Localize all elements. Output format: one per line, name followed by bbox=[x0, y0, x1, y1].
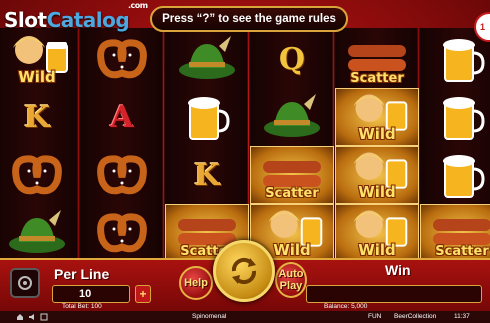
symbol-scatter: Scatter bbox=[250, 146, 334, 204]
scatter-label: Scatter bbox=[350, 71, 404, 86]
game-name: BeerCollection bbox=[394, 313, 437, 320]
symbol-green-hat bbox=[250, 88, 334, 146]
green-hat-icon bbox=[179, 36, 235, 79]
reel-5: Scatter Wild Wild Wild bbox=[334, 28, 419, 262]
symbol-wild: Wild bbox=[335, 88, 419, 146]
total-bet: Total Bet: 100 bbox=[62, 303, 102, 310]
reel-6: Scatter bbox=[419, 28, 490, 262]
symbol-scatter: Scatter bbox=[420, 204, 490, 262]
help-button[interactable]: Help bbox=[179, 266, 213, 300]
win-label: Win bbox=[385, 262, 411, 278]
per-line-label: Per Line bbox=[54, 266, 110, 282]
symbol-pretzel bbox=[80, 146, 164, 204]
symbol-letter-a: A bbox=[80, 88, 164, 146]
green-hat-icon bbox=[9, 210, 65, 253]
slotcatalog-logo: SlotCatalog .com bbox=[4, 1, 148, 32]
symbol-green-hat bbox=[165, 30, 249, 88]
pretzel-icon bbox=[12, 155, 62, 195]
reel-2: A bbox=[79, 28, 163, 260]
game-stage: Wild K A K Scatter Q Scatter Wild Scatte… bbox=[0, 0, 490, 323]
wild-label: Wild bbox=[358, 125, 396, 143]
symbol-green-hat bbox=[0, 204, 79, 262]
symbol-letter-k: K bbox=[165, 146, 249, 204]
rules-banner: Press “?” to see the game rules bbox=[150, 6, 348, 32]
spin-arrows-icon bbox=[231, 257, 257, 285]
symbol-pretzel bbox=[80, 204, 164, 262]
symbol-pretzel bbox=[0, 146, 79, 204]
provider-logo: Spinomenal bbox=[192, 313, 227, 320]
symbol-beer bbox=[420, 146, 490, 204]
pretzel-icon bbox=[97, 213, 147, 253]
symbol-letter-k: K bbox=[0, 88, 79, 146]
letter-k-symbol: K bbox=[193, 157, 221, 193]
letter-a-symbol: A bbox=[110, 99, 134, 135]
letter-k-symbol: K bbox=[23, 99, 51, 135]
symbol-pretzel bbox=[80, 30, 164, 88]
sound-icon[interactable] bbox=[28, 313, 36, 321]
auto-play-button[interactable]: Auto Play bbox=[275, 262, 307, 298]
beer-mug-icon bbox=[188, 97, 230, 140]
scatter-label: Scatter bbox=[265, 186, 319, 201]
beer-mug-icon bbox=[443, 39, 485, 82]
reel-1: Wild K bbox=[0, 28, 78, 260]
spin-button[interactable] bbox=[213, 240, 275, 302]
per-line-value: 10 bbox=[52, 285, 130, 303]
settings-icon bbox=[18, 276, 32, 290]
scatter-label: Scatter bbox=[435, 244, 489, 259]
reel-3: K Scatter bbox=[164, 28, 249, 262]
wild-label: Wild bbox=[358, 183, 396, 201]
symbol-letter-q: Q bbox=[250, 30, 334, 88]
fullscreen-icon[interactable] bbox=[40, 313, 48, 321]
symbol-scatter: Scatter bbox=[335, 30, 419, 88]
wild-label: Wild bbox=[358, 241, 396, 259]
game-mode: FUN bbox=[368, 313, 382, 320]
letter-q-symbol: Q bbox=[278, 41, 306, 77]
pretzel-icon bbox=[97, 39, 147, 79]
reel-area: Wild K A K Scatter Q Scatter Wild Scatte… bbox=[0, 28, 490, 262]
beer-mug-icon bbox=[443, 97, 485, 140]
symbol-beer bbox=[420, 88, 490, 146]
reel-4: Q Scatter Wild bbox=[249, 28, 334, 262]
clock: 11:37 bbox=[454, 313, 470, 320]
symbol-beer bbox=[165, 88, 249, 146]
beer-mug-icon bbox=[443, 155, 485, 198]
win-display bbox=[306, 285, 482, 303]
symbol-wild: Wild bbox=[335, 204, 419, 262]
balance: Balance: 5,000 bbox=[324, 303, 368, 310]
settings-button[interactable] bbox=[10, 268, 40, 298]
symbol-wild: Wild bbox=[335, 146, 419, 204]
footer-bar: Spinomenal FUN BeerCollection 11:37 bbox=[0, 311, 490, 323]
green-hat-icon bbox=[264, 94, 320, 137]
home-icon[interactable] bbox=[16, 313, 24, 321]
symbol-wild: Wild bbox=[0, 30, 79, 88]
wild-label: Wild bbox=[18, 68, 56, 86]
bet-increase-button[interactable]: + bbox=[135, 285, 151, 303]
pretzel-icon bbox=[97, 155, 147, 195]
